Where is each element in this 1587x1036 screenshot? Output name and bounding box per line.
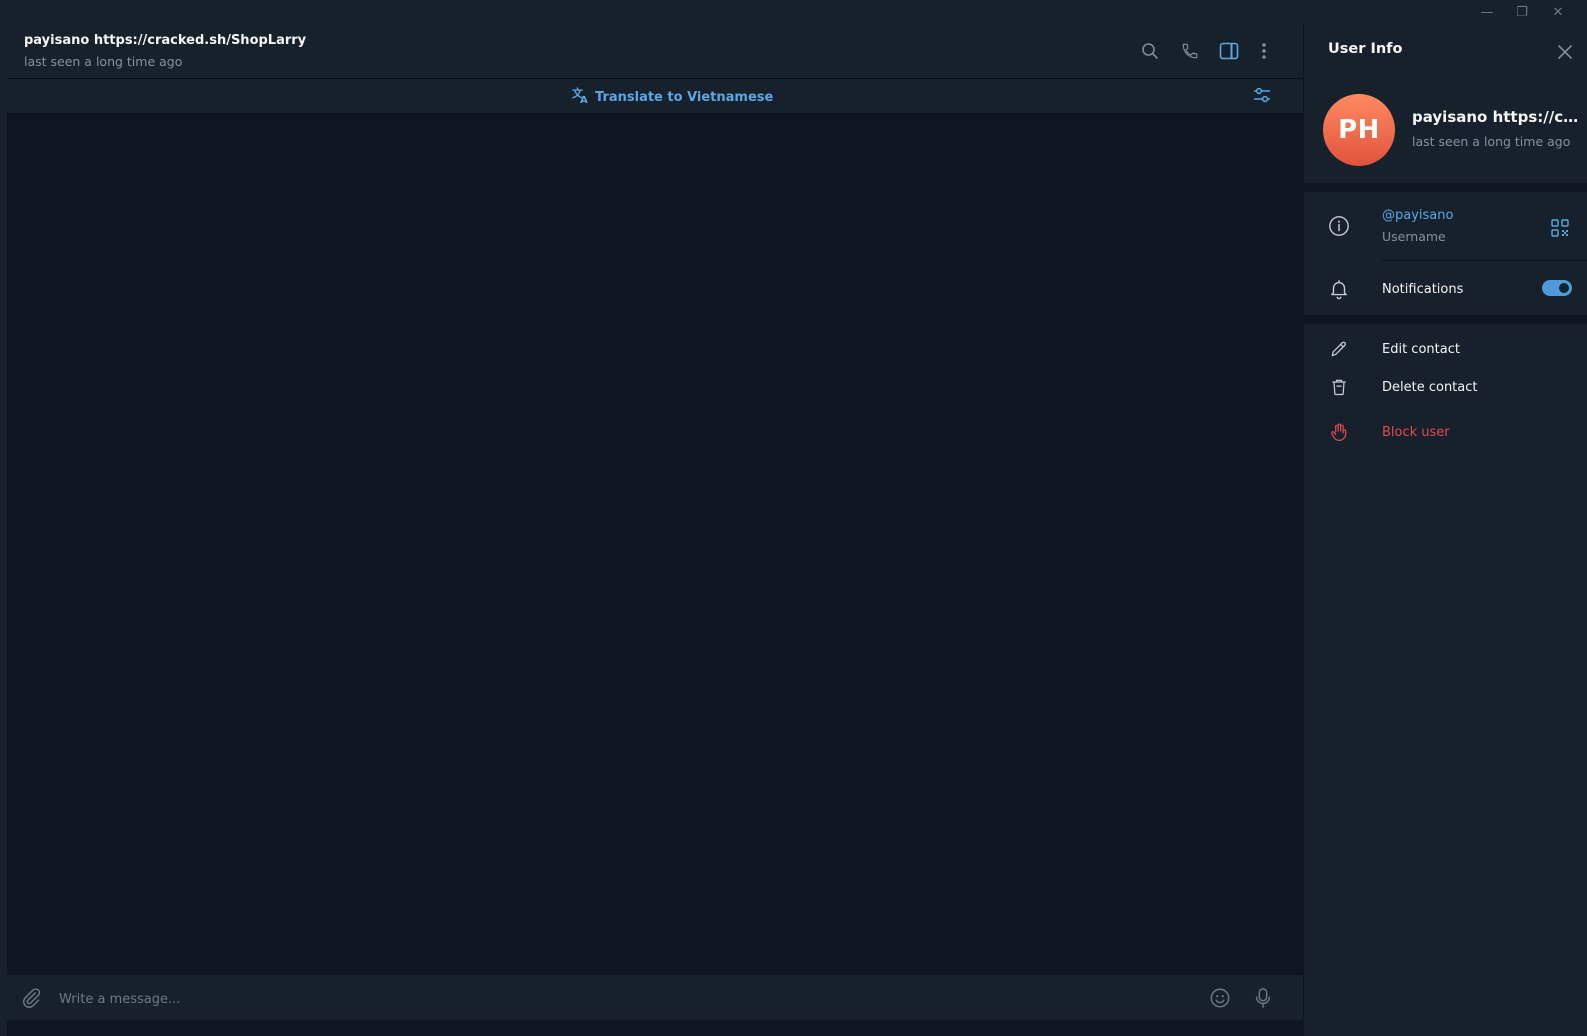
restore-button[interactable]: ❐ — [1504, 0, 1540, 24]
left-edge — [0, 24, 7, 1036]
username-value[interactable]: @payisano — [1382, 208, 1453, 223]
chat-status: last seen a long time ago — [24, 54, 183, 69]
row-separator — [1382, 260, 1587, 261]
emoji-icon[interactable] — [1207, 985, 1233, 1011]
bottom-edge — [7, 1020, 1303, 1036]
translate-settings-icon[interactable] — [1252, 85, 1274, 107]
microphone-icon[interactable] — [1250, 985, 1276, 1011]
close-icon[interactable] — [1553, 40, 1577, 64]
avatar[interactable]: PH — [1323, 94, 1395, 166]
profile-name: payisano https://cracked.sh/ShopLarry — [1412, 108, 1582, 126]
translate-bar: 文A Translate to Vietnamese — [7, 79, 1303, 114]
block-user-button[interactable]: Block user — [1382, 425, 1450, 440]
user-info-panel: User Info PH payisano https://cracked.sh… — [1304, 24, 1587, 1036]
window-titlebar: — ❐ ✕ — [0, 0, 1587, 24]
sidebar-toggle-icon[interactable] — [1217, 39, 1241, 63]
avatar-initials: PH — [1338, 115, 1380, 145]
translate-button[interactable]: 文A Translate to Vietnamese — [572, 86, 773, 108]
hand-stop-icon[interactable] — [1326, 419, 1352, 445]
translate-icon: 文A — [572, 86, 590, 108]
close-window-button[interactable]: ✕ — [1540, 0, 1576, 24]
message-input[interactable] — [57, 987, 1161, 1011]
username-label: Username — [1382, 229, 1446, 244]
message-composer — [7, 975, 1303, 1020]
more-vertical-icon[interactable] — [1252, 39, 1276, 63]
delete-contact-button[interactable]: Delete contact — [1382, 380, 1478, 395]
translate-label: Translate to Vietnamese — [595, 89, 774, 105]
minimize-button[interactable]: — — [1469, 0, 1505, 24]
notifications-label: Notifications — [1382, 282, 1464, 297]
qr-code-icon[interactable] — [1548, 216, 1572, 240]
phone-icon[interactable] — [1178, 39, 1202, 63]
notifications-toggle[interactable] — [1542, 280, 1572, 296]
pencil-icon[interactable] — [1326, 336, 1352, 362]
section-divider — [1304, 315, 1587, 324]
chat-header: payisano https://cracked.sh/ShopLarry la… — [7, 24, 1303, 79]
bell-icon — [1326, 276, 1352, 302]
chat-title[interactable]: payisano https://cracked.sh/ShopLarry — [24, 33, 306, 48]
info-icon — [1326, 213, 1352, 239]
profile-status: last seen a long time ago — [1412, 134, 1571, 149]
attach-icon[interactable] — [18, 985, 44, 1011]
messages-area[interactable] — [7, 114, 1303, 975]
edit-contact-button[interactable]: Edit contact — [1382, 342, 1460, 357]
panel-title: User Info — [1328, 41, 1403, 57]
trash-icon[interactable] — [1326, 374, 1352, 400]
search-icon[interactable] — [1138, 39, 1162, 63]
toggle-knob — [1557, 281, 1571, 295]
section-divider — [1304, 183, 1587, 192]
svg-text:A: A — [580, 95, 588, 104]
